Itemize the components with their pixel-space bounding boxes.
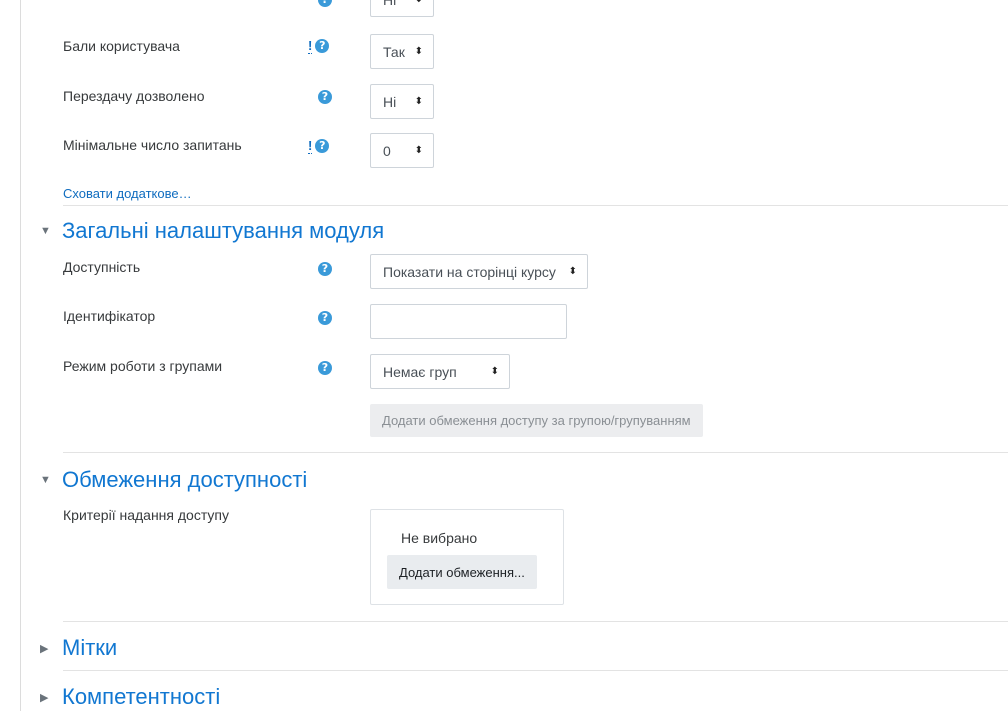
help-icon[interactable]: ? — [318, 361, 332, 375]
select-user-grades[interactable]: Так ⬍ — [370, 34, 434, 69]
no-restrictions-text: Не вибрано — [401, 530, 478, 546]
section-header-module-settings[interactable]: ▼ Загальні налаштування модуля — [40, 218, 384, 244]
section-divider — [63, 621, 1008, 622]
select-availability[interactable]: Показати на сторінці курсу ⬍ — [370, 254, 588, 289]
expand-triangle-icon: ▶ — [40, 691, 49, 704]
updown-arrow-icon: ⬍ — [490, 365, 499, 377]
section-header-tags[interactable]: ▶ Мітки — [40, 635, 117, 661]
updown-arrow-icon: ⬍ — [568, 265, 577, 277]
help-icon[interactable]: ? — [318, 262, 332, 276]
select-value: 0 — [383, 142, 391, 159]
select-value: Показати на сторінці курсу — [383, 263, 556, 280]
icon-group-idnumber: ? — [318, 310, 332, 326]
help-icon[interactable]: ? — [318, 0, 332, 7]
expand-triangle-icon: ▶ — [40, 642, 49, 655]
select-row0[interactable]: Ні ⬍ — [370, 0, 434, 17]
field-label-access-criteria: Критерії надання доступу — [63, 507, 229, 523]
icon-group-min-questions: ! ? — [308, 138, 330, 154]
field-label-retake-allowed: Перездачу дозволено — [63, 88, 205, 104]
field-label-availability: Доступність — [63, 259, 141, 275]
help-icon[interactable]: ? — [315, 39, 330, 53]
icon-group-group-mode: ? — [318, 360, 332, 376]
help-icon-group: ? — [318, 0, 332, 8]
select-value: Ні — [383, 0, 407, 8]
icon-group-user-grades: ! ? — [308, 38, 330, 54]
section-title: Компетентності — [62, 684, 221, 709]
show-less-link[interactable]: Сховати додаткове… — [63, 186, 192, 201]
page-left-border — [20, 0, 21, 711]
section-divider — [63, 670, 1008, 671]
icon-group-availability: ? — [318, 261, 332, 277]
updown-arrow-icon: ⬍ — [415, 0, 423, 5]
section-title: Мітки — [62, 635, 118, 660]
help-icon[interactable]: ? — [318, 311, 332, 325]
updown-arrow-icon: ⬍ — [414, 95, 423, 107]
field-label-group-mode: Режим роботи з групами — [63, 358, 223, 374]
field-label-user-grades: Бали користувача — [63, 38, 180, 54]
select-value: Так — [383, 43, 405, 60]
updown-arrow-icon: ⬍ — [414, 45, 423, 57]
updown-arrow-icon: ⬍ — [414, 144, 423, 156]
section-header-competencies[interactable]: ▶ Компетентності — [40, 684, 220, 710]
advanced-exclamation-icon[interactable]: ! — [308, 138, 313, 154]
icon-group-retake: ? — [318, 89, 332, 105]
restrict-by-group-button[interactable]: Додати обмеження доступу за групою/групу… — [370, 404, 703, 437]
idnumber-input[interactable] — [370, 304, 567, 339]
select-value: Немає груп — [383, 363, 457, 380]
help-icon[interactable]: ? — [315, 139, 330, 153]
section-header-restrictions[interactable]: ▼ Обмеження доступності — [40, 467, 307, 493]
advanced-exclamation-icon[interactable]: ! — [308, 38, 313, 54]
add-restriction-button[interactable]: Додати обмеження... — [387, 555, 537, 589]
select-retake-allowed[interactable]: Ні ⬍ — [370, 84, 434, 119]
collapse-triangle-icon: ▼ — [40, 225, 51, 237]
field-label-idnumber: Ідентифікатор — [63, 308, 156, 324]
select-value: Ні — [383, 93, 397, 110]
field-label-min-questions: Мінімальне число запитань — [63, 137, 242, 153]
select-group-mode[interactable]: Немає груп ⬍ — [370, 354, 510, 389]
section-divider — [63, 452, 1008, 453]
section-divider — [63, 205, 1008, 206]
select-min-questions[interactable]: 0 ⬍ — [370, 133, 434, 168]
collapse-triangle-icon: ▼ — [40, 474, 51, 486]
help-icon[interactable]: ? — [318, 90, 332, 104]
section-title: Обмеження доступності — [62, 467, 308, 492]
section-title: Загальні налаштування модуля — [62, 218, 385, 243]
